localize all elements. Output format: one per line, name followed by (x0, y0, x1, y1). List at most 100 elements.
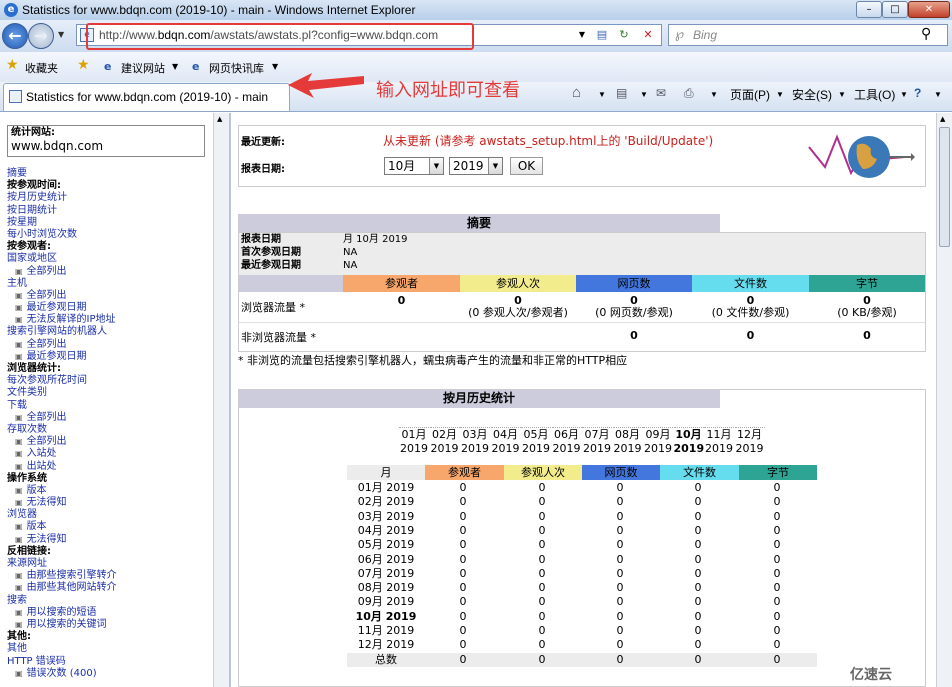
month-link[interactable]: 12月 2019 (734, 427, 765, 456)
month-link[interactable]: 01月 2019 (399, 427, 429, 456)
forward-button[interactable]: → (28, 23, 54, 49)
month-link[interactable]: 11月 2019 (704, 427, 734, 456)
menu-link[interactable]: 按星期 (7, 217, 117, 229)
menu-link[interactable]: 国家或地区 (7, 253, 117, 265)
menu-link[interactable]: 出站处 (7, 461, 117, 473)
scroll-thumb[interactable] (939, 127, 950, 247)
month-link[interactable]: 09月 2019 (643, 427, 673, 456)
history-dropdown-icon[interactable]: ▼ (58, 30, 64, 39)
favorites-button[interactable]: 收藏夹 (25, 60, 58, 76)
menu-link[interactable]: HTTP 错误码 (7, 656, 117, 668)
menu-link[interactable]: 每次参观所花时间 (7, 375, 117, 387)
menu-link[interactable]: 全部列出 (7, 412, 117, 424)
month-link[interactable]: 10月 2019 (673, 427, 704, 456)
minimize-button[interactable]: – (856, 1, 882, 18)
month-link[interactable]: 08月 2019 (612, 427, 643, 456)
value-cell: 0 (773, 552, 781, 566)
year-select[interactable]: 2019 ▼ (449, 157, 503, 175)
menu-link[interactable]: 无法得知 (7, 534, 117, 546)
menu-link[interactable]: 无法得知 (7, 497, 117, 509)
site-info-box: 统计网站: www.bdqn.com (7, 125, 205, 157)
menu-link[interactable]: 按日期统计 (7, 205, 117, 217)
home-icon[interactable]: ⌂ (572, 84, 581, 101)
close-window-button[interactable]: ✕ (908, 1, 950, 18)
webslice-gallery-link[interactable]: 网页快讯库 (209, 60, 264, 76)
menu-link[interactable]: 存取次数 (7, 424, 117, 436)
table-row: 02月 2019 0 0 0 0 0 (347, 495, 817, 509)
add-favorites-icon[interactable]: ★ (77, 57, 90, 73)
read-mail-icon[interactable]: ✉ (656, 86, 666, 100)
month-select[interactable]: 10月 ▼ (384, 157, 444, 175)
scroll-up-icon[interactable]: ▲ (217, 115, 222, 123)
menu-link[interactable]: 按月历史统计 (7, 192, 117, 204)
ok-button[interactable]: OK (510, 157, 543, 175)
safety-menu[interactable]: 安全(S) (792, 86, 832, 103)
menu-link[interactable]: 版本 (7, 485, 117, 497)
menu-link[interactable]: 最近参观日期 (7, 351, 117, 363)
maximize-button[interactable]: □ (882, 1, 908, 18)
stop-icon[interactable]: ✕ (639, 27, 657, 43)
month-link[interactable]: 05月 2019 (521, 427, 551, 456)
menu-link[interactable]: 来源网址 (7, 558, 117, 570)
page-dropdown-icon[interactable]: ▼ (776, 90, 784, 99)
print-icon[interactable]: ⎙ (684, 86, 694, 101)
help-icon[interactable]: ? (914, 86, 921, 100)
month-link[interactable]: 07月 2019 (582, 427, 612, 456)
tools-menu[interactable]: 工具(O) (854, 86, 895, 103)
right-scrollbar[interactable]: ▲ (936, 113, 952, 687)
menu-link[interactable]: 全部列出 (7, 266, 117, 278)
frame-divider[interactable] (229, 113, 231, 687)
menu-link[interactable]: 最近参观日期 (7, 302, 117, 314)
safety-dropdown-icon[interactable]: ▼ (838, 90, 846, 99)
month-link[interactable]: 06月 2019 (551, 427, 582, 456)
menu-link[interactable]: 用以搜索的关键词 (7, 619, 117, 631)
print-dropdown-icon[interactable]: ▼ (710, 90, 718, 99)
back-button[interactable]: ← (2, 23, 28, 49)
value-cell: 0 (616, 609, 624, 623)
menu-link[interactable]: 无法反解译的IP地址 (7, 314, 117, 326)
menu-link[interactable]: 由那些搜索引擎转介 (7, 570, 117, 582)
feeds-icon[interactable]: ▤ (616, 86, 627, 100)
menu-link[interactable]: 入站处 (7, 448, 117, 460)
month-link-year: 2019 (491, 442, 520, 455)
menu-link[interactable]: 每小时浏览次数 (7, 229, 117, 241)
compatibility-view-icon[interactable]: ▤ (593, 27, 611, 43)
menu-link[interactable]: 搜索引擎网站的机器人 (7, 326, 117, 338)
menu-link[interactable]: 下载 (7, 400, 117, 412)
webslice-dropdown-icon[interactable]: ▼ (272, 62, 278, 71)
scroll-up-icon[interactable]: ▲ (940, 115, 945, 123)
address-dropdown-icon[interactable]: ▼ (573, 27, 591, 43)
menu-link[interactable]: 用以搜索的短语 (7, 607, 117, 619)
left-scrollbar[interactable]: ▲ (213, 113, 229, 687)
search-box[interactable]: ℘ Bing ⚲ (668, 24, 948, 46)
page-menu[interactable]: 页面(P) (730, 86, 770, 103)
tab-active[interactable]: Statistics for www.bdqn.com (2019-10) - … (3, 83, 290, 111)
suggested-dropdown-icon[interactable]: ▼ (172, 62, 178, 71)
menu-link[interactable]: 由那些其他网站转介 (7, 582, 117, 594)
menu-link[interactable]: 全部列出 (7, 436, 117, 448)
feeds-dropdown-icon[interactable]: ▼ (640, 90, 648, 99)
menu-link[interactable]: 版本 (7, 521, 117, 533)
menu-link[interactable]: 搜索 (7, 595, 117, 607)
menu-link[interactable]: 错误次数 (400) (7, 668, 117, 680)
month-link[interactable]: 03月 2019 (460, 427, 490, 456)
menu-link[interactable]: 文件类别 (7, 387, 117, 399)
help-dropdown-icon[interactable]: ▼ (934, 90, 942, 99)
suggested-sites-link[interactable]: 建议网站 (121, 60, 165, 76)
value-cell: 0 (694, 581, 702, 595)
search-icon[interactable]: ⚲ (921, 26, 931, 42)
menu-link[interactable]: 全部列出 (7, 339, 117, 351)
first-visit-label: 首次参观日期 (241, 247, 301, 258)
month-link[interactable]: 02月 2019 (429, 427, 460, 456)
menu-link[interactable]: 全部列出 (7, 290, 117, 302)
table-header: 网页数 (582, 465, 660, 480)
tools-dropdown-icon[interactable]: ▼ (900, 90, 908, 99)
refresh-icon[interactable]: ↻ (615, 27, 633, 43)
home-dropdown-icon[interactable]: ▼ (598, 90, 606, 99)
month-link[interactable]: 04月 2019 (490, 427, 521, 456)
menu-link[interactable]: 浏览器 (7, 509, 117, 521)
menu-link[interactable]: 其他 (7, 643, 117, 655)
info-box: 最近更新: 从未更新 (请参考 awstats_setup.html上的 'Bu… (238, 125, 926, 187)
menu-link[interactable]: 摘要 (7, 168, 117, 180)
menu-link[interactable]: 主机 (7, 278, 117, 290)
